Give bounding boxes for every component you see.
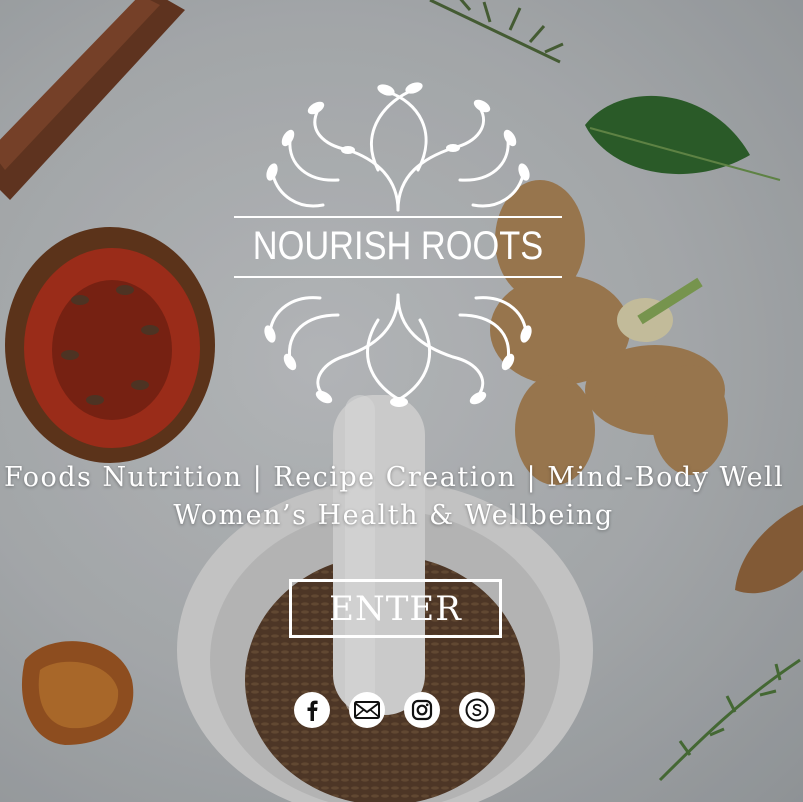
brand-logo: NOURISH ROOTS [228,70,568,410]
tagline-line-2: Women’s Health & Wellbeing [173,500,614,531]
instagram-icon[interactable] [404,692,440,728]
social-links [294,692,495,728]
tagline-line-1: Foods Nutrition | Recipe Creation | Mind… [4,462,785,493]
brand-name: NOURISH ROOTS [252,224,544,268]
hero-background: NOURISH ROOTS Foods Nutrition | Recipe C… [0,0,803,802]
facebook-icon[interactable] [294,692,330,728]
email-icon[interactable] [349,692,385,728]
logo-rule-top [234,216,562,218]
logo-rule-bottom [234,276,562,278]
skype-icon[interactable] [459,692,495,728]
enter-button[interactable]: ENTER [289,579,502,638]
